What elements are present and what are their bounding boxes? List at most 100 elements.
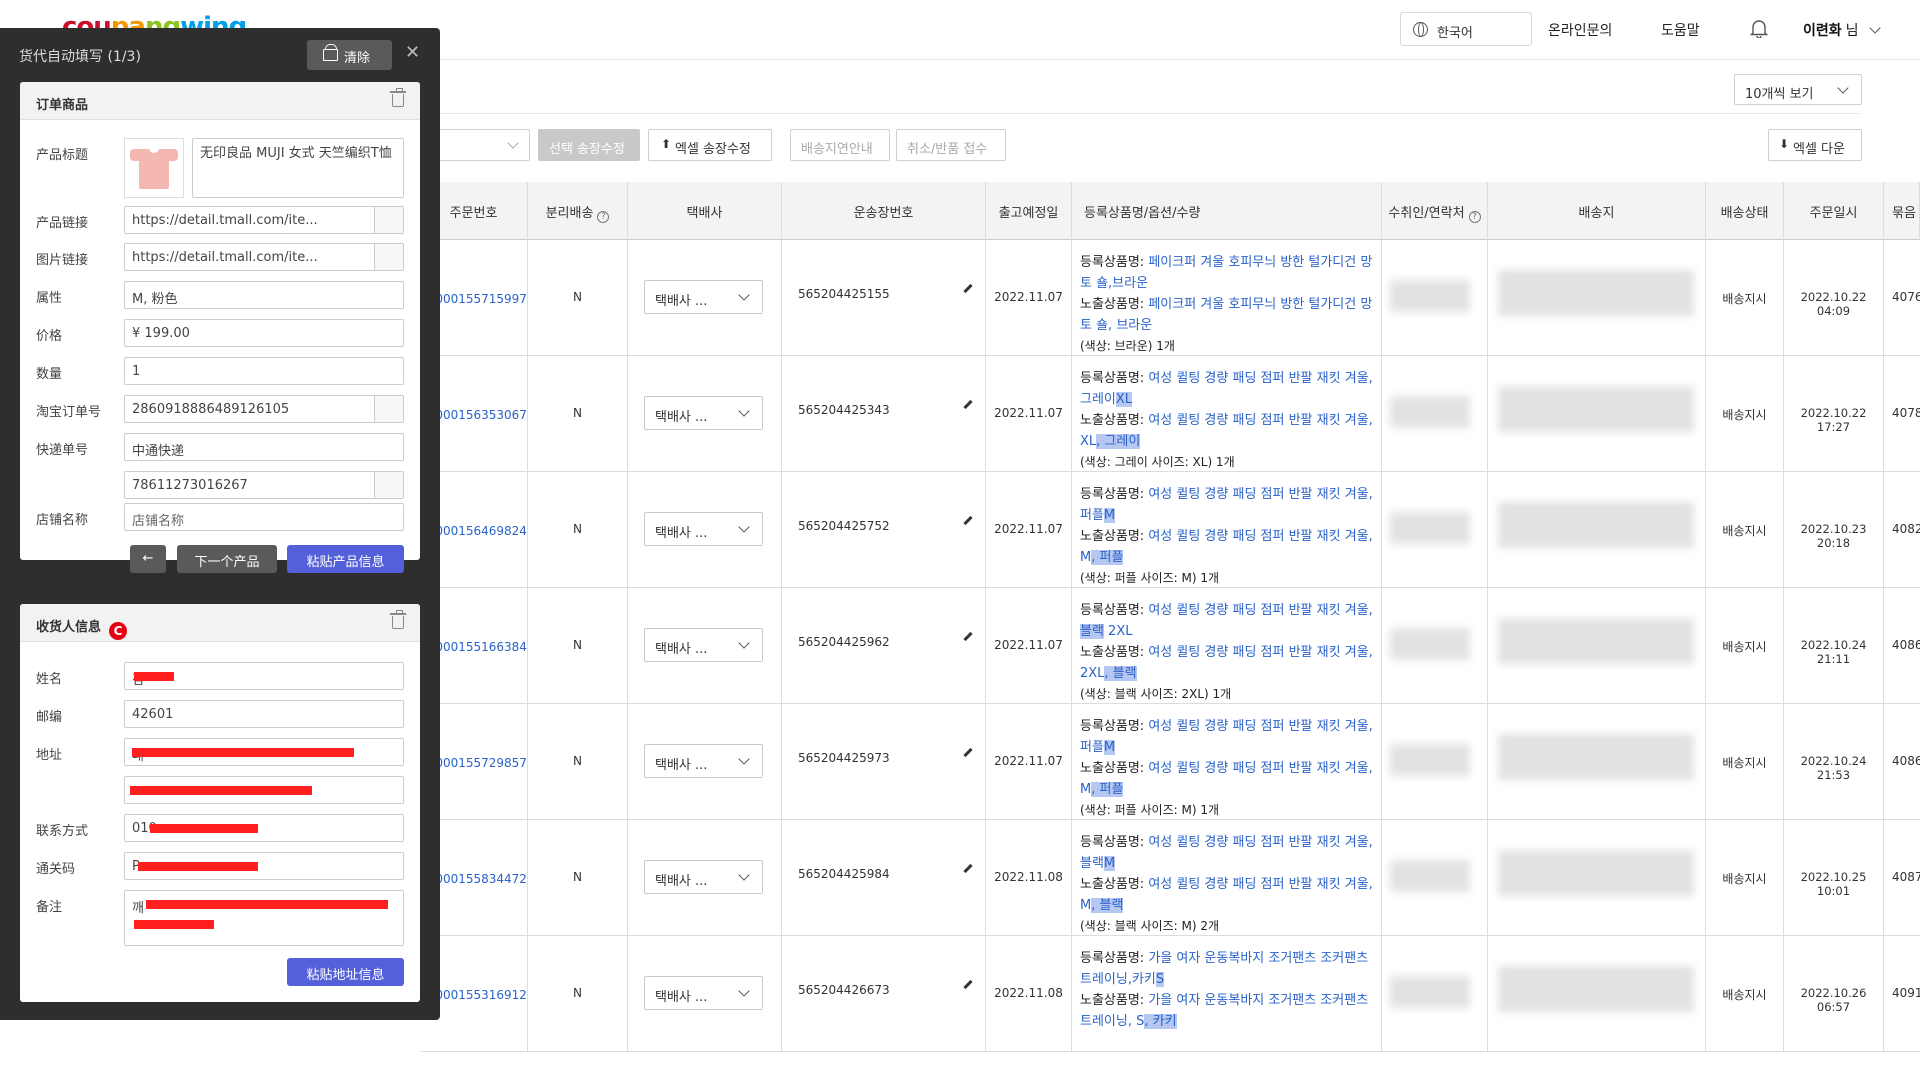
carrier-cell: 택배사 ...: [628, 356, 782, 472]
registered-label: 등록상품명:: [1080, 603, 1145, 618]
close-icon[interactable]: ✕: [405, 42, 420, 63]
bell-icon[interactable]: [1750, 18, 1768, 38]
ship-date-value: 2022.11.07: [986, 240, 1072, 356]
table-row: 32000155715997 N 택배사 ... 565204425155 2022.1…: [420, 240, 1920, 356]
zip-field[interactable]: 42601: [124, 700, 404, 728]
ship-date-value: 2022.11.08: [986, 936, 1072, 1052]
paste-address-button[interactable]: 粘贴地址信息: [287, 958, 404, 986]
filter-select[interactable]: [430, 129, 530, 161]
registered-name: 여성 퀼팅 경량 패딩 점퍼 반팔 재킷 겨울,: [1148, 603, 1373, 618]
field-label: 图片链接: [36, 253, 89, 268]
blurred-address: [1498, 966, 1694, 1012]
express-company-field[interactable]: 中通快递: [124, 433, 404, 461]
image-link-field[interactable]: https://detail.tmall.com/ite...: [124, 243, 404, 271]
blurred-address: [1498, 386, 1694, 432]
product-thumbnail: [124, 138, 184, 198]
chevron-down-icon: [507, 137, 519, 149]
table-row: 16000156469824 N 택배사 ... 565204425752 2022.1…: [420, 472, 1920, 588]
column-header: 묶음: [1884, 182, 1920, 240]
user-menu[interactable]: 이련화 님: [1803, 20, 1881, 40]
carrier-select[interactable]: 택배사 ...: [644, 860, 763, 894]
ship-date-value: 2022.11.08: [986, 820, 1072, 936]
table-row: 24000155316912 N 택배사 ... 565204426673 2022.1…: [420, 936, 1920, 1052]
field-side-button[interactable]: [374, 472, 403, 498]
online-inquiry-link[interactable]: 온라인문의: [1548, 20, 1612, 40]
cancel-return-button[interactable]: 취소/반품 접수: [896, 129, 1006, 161]
pencil-icon[interactable]: [963, 399, 973, 410]
carrier-cell: 택배사 ...: [628, 240, 782, 356]
trash-icon[interactable]: [390, 88, 406, 107]
pencil-icon[interactable]: [963, 747, 973, 758]
bundle-value: 4086: [1892, 754, 1920, 768]
table-row: 11000155729857 N 택배사 ... 565204425973 2022.1…: [420, 704, 1920, 820]
field-side-button[interactable]: [374, 207, 403, 233]
carrier-select[interactable]: 택배사 ...: [644, 396, 763, 430]
blurred-recipient: [1390, 628, 1470, 660]
product-link-field[interactable]: https://detail.tmall.com/ite...: [124, 206, 404, 234]
pencil-icon[interactable]: [963, 283, 973, 294]
pencil-icon[interactable]: [963, 979, 973, 990]
highlight: M: [1103, 740, 1116, 755]
help-icon[interactable]: ?: [1468, 211, 1481, 223]
blurred-recipient: [1390, 860, 1470, 892]
tracking-number: 565204425155: [798, 287, 890, 301]
pencil-icon[interactable]: [963, 631, 973, 642]
redaction-mark: [134, 920, 214, 929]
option-quantity: (색상: 블랙 사이즈: M) 2개: [1080, 919, 1220, 933]
excel-download-button[interactable]: ⬇ 엑셀 다운: [1768, 129, 1862, 161]
select-invoice-edit-button[interactable]: 선택 송장수정: [538, 129, 640, 161]
language-select[interactable]: 한국어: [1400, 12, 1532, 46]
chevron-down-icon: [738, 405, 750, 417]
column-header: 배송상태: [1706, 182, 1784, 240]
ship-date-value: 2022.11.07: [986, 704, 1072, 820]
note-field[interactable]: 깨: [124, 890, 404, 946]
field-label: 地址: [36, 748, 63, 763]
help-link[interactable]: 도움말: [1661, 20, 1700, 40]
field-side-button[interactable]: [374, 396, 403, 422]
chevron-down-icon: [738, 289, 750, 301]
price-field[interactable]: ¥ 199.00: [124, 319, 404, 347]
clear-button[interactable]: 清除: [307, 40, 392, 70]
split-delivery-value: N: [528, 472, 628, 588]
excel-invoice-edit-button[interactable]: ⬆ 엑셀 송장수정: [648, 129, 772, 161]
paste-product-button[interactable]: 粘贴产品信息: [287, 545, 404, 573]
ship-date-value: 2022.11.07: [986, 472, 1072, 588]
field-label: 数量: [36, 367, 63, 382]
page-size-select[interactable]: 10개씩 보기: [1734, 74, 1862, 105]
next-product-button[interactable]: 下一个产品: [177, 545, 277, 573]
taobao-order-field[interactable]: 2860918886489126105: [124, 395, 404, 423]
recipient-cell: [1382, 588, 1488, 704]
express-number-field[interactable]: 78611273016267: [124, 471, 404, 499]
carrier-select[interactable]: 택배사 ...: [644, 512, 763, 546]
pencil-icon[interactable]: [963, 863, 973, 874]
exposed-label: 노출상품명:: [1080, 645, 1145, 660]
carrier-cell: 택배사 ...: [628, 820, 782, 936]
carrier-select[interactable]: 택배사 ...: [644, 280, 763, 314]
pencil-icon[interactable]: [963, 515, 973, 526]
carrier-select[interactable]: 택배사 ...: [644, 628, 763, 662]
delay-notice-button[interactable]: 배송지연안내: [790, 129, 890, 161]
blurred-address: [1498, 502, 1694, 548]
back-button[interactable]: ←: [130, 545, 166, 573]
chevron-down-icon: [738, 869, 750, 881]
trash-icon[interactable]: [390, 610, 406, 629]
carrier-select[interactable]: 택배사 ...: [644, 976, 763, 1010]
tracking-number: 565204425343: [798, 403, 890, 417]
bundle-value: 4086: [1892, 638, 1920, 652]
shop-name-field[interactable]: 店铺名称: [124, 503, 404, 531]
carrier-select[interactable]: 택배사 ...: [644, 744, 763, 778]
attribute-field[interactable]: M, 粉色: [124, 281, 404, 309]
redaction-mark: [134, 672, 174, 681]
column-header: 출고예정일: [986, 182, 1072, 240]
product-title-field[interactable]: 无印良品 MUJI 女式 天竺编织T恤: [192, 138, 404, 198]
table-row: 16000156353067 N 택배사 ... 565204425343 2022.1…: [420, 356, 1920, 472]
split-delivery-value: N: [528, 936, 628, 1052]
quantity-field[interactable]: 1: [124, 357, 404, 385]
bundle-value: 4076: [1892, 290, 1920, 304]
order-time-value: 2022.10.23 20:18: [1784, 472, 1884, 588]
help-icon[interactable]: ?: [597, 211, 610, 223]
field-side-button[interactable]: [374, 244, 403, 270]
field-label: 产品标题: [36, 148, 89, 163]
address-cell: [1488, 588, 1706, 704]
blurred-recipient: [1390, 976, 1470, 1008]
